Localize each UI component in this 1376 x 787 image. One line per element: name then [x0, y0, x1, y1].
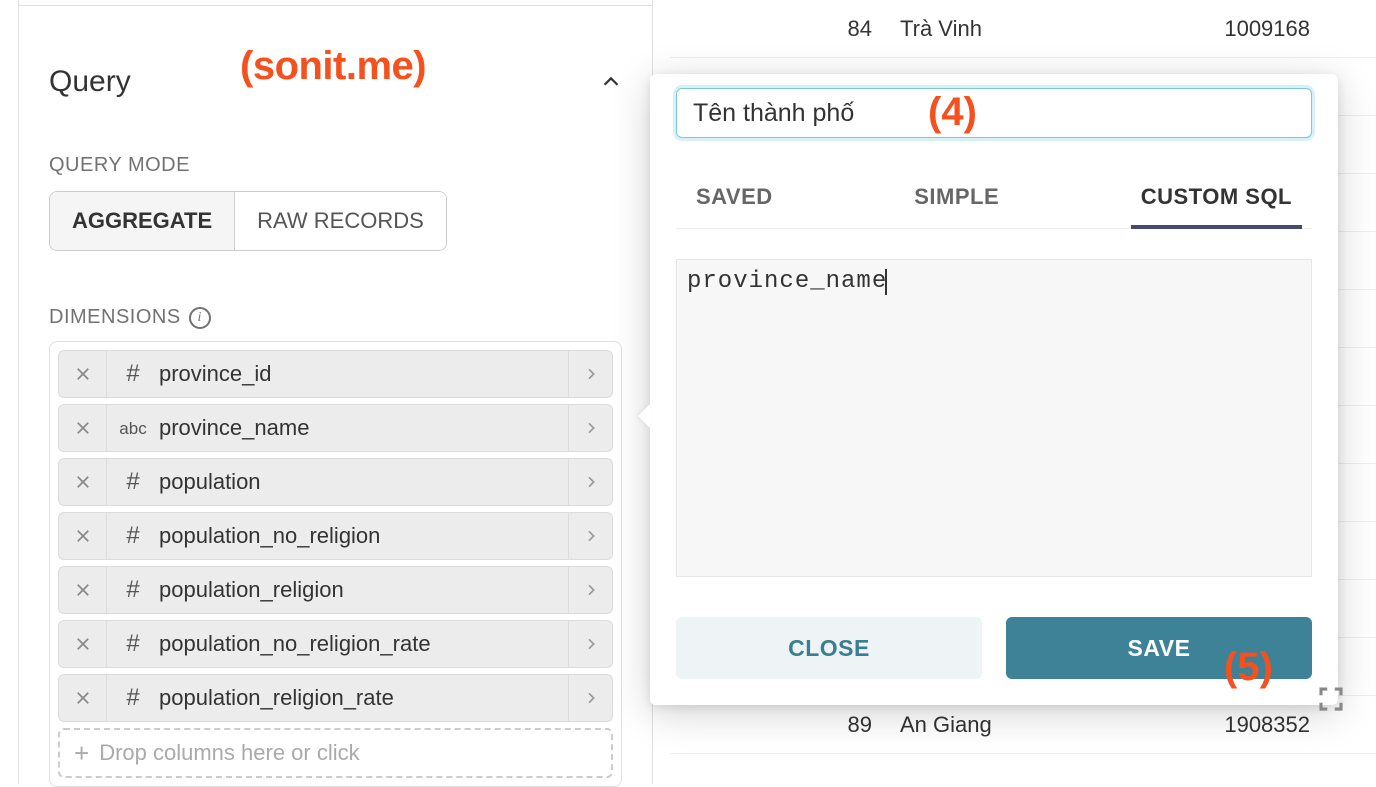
- query-title: Query: [49, 65, 131, 99]
- popover-buttons: CLOSE SAVE: [676, 617, 1312, 679]
- chevron-right-icon[interactable]: [568, 405, 612, 451]
- popover-tabs: SAVED SIMPLE CUSTOM SQL: [676, 174, 1312, 229]
- chevron-right-icon[interactable]: [568, 621, 612, 667]
- type-numeric-icon: [107, 630, 159, 658]
- dimension-label: province_name: [159, 415, 568, 441]
- query-panel: Query QUERY MODE AGGREGATE RAW RECORDS D…: [18, 0, 653, 784]
- dimension-row[interactable]: province_name: [58, 404, 613, 452]
- dimension-row[interactable]: population: [58, 458, 613, 506]
- text-cursor: [885, 269, 887, 295]
- dimension-row[interactable]: population_no_religion: [58, 512, 613, 560]
- info-icon[interactable]: i: [189, 307, 211, 329]
- top-divider: [19, 0, 652, 6]
- dimension-row[interactable]: province_id: [58, 350, 613, 398]
- remove-dimension-icon[interactable]: [59, 459, 107, 505]
- plus-icon: +: [74, 738, 89, 769]
- chevron-right-icon[interactable]: [568, 351, 612, 397]
- query-mode-toggle: AGGREGATE RAW RECORDS: [49, 191, 447, 251]
- table-row[interactable]: 84Trà Vinh1009168: [670, 0, 1376, 58]
- column-editor-popover: SAVED SIMPLE CUSTOM SQL province_name CL…: [650, 74, 1338, 705]
- type-numeric-icon: [107, 360, 159, 388]
- dimensions-drop-zone[interactable]: + Drop columns here or click: [58, 728, 613, 778]
- sql-editor[interactable]: province_name: [676, 259, 1312, 577]
- tab-simple[interactable]: SIMPLE: [910, 174, 1003, 228]
- remove-dimension-icon[interactable]: [59, 513, 107, 559]
- close-button[interactable]: CLOSE: [676, 617, 982, 679]
- remove-dimension-icon[interactable]: [59, 351, 107, 397]
- dimension-label: population_religion: [159, 577, 568, 603]
- dimension-row[interactable]: population_no_religion_rate: [58, 620, 613, 668]
- dimension-label: population: [159, 469, 568, 495]
- remove-dimension-icon[interactable]: [59, 567, 107, 613]
- mode-aggregate-button[interactable]: AGGREGATE: [50, 192, 235, 250]
- watermark-text: (sonit.me): [240, 44, 426, 89]
- tab-saved[interactable]: SAVED: [692, 174, 777, 228]
- dimensions-label: DIMENSIONS i: [49, 306, 622, 329]
- sql-content: province_name: [687, 268, 887, 295]
- type-numeric-icon: [107, 468, 159, 496]
- cell-id: 84: [670, 16, 900, 42]
- remove-dimension-icon[interactable]: [59, 405, 107, 451]
- query-mode-label: QUERY MODE: [49, 154, 622, 177]
- cell-id: 89: [670, 712, 900, 738]
- query-mode-label-text: QUERY MODE: [49, 154, 190, 177]
- dimension-row[interactable]: population_religion_rate: [58, 674, 613, 722]
- dimension-row[interactable]: population_religion: [58, 566, 613, 614]
- remove-dimension-icon[interactable]: [59, 621, 107, 667]
- cell-value: 1908352: [1140, 712, 1340, 738]
- chevron-right-icon[interactable]: [568, 459, 612, 505]
- dimension-label: population_no_religion: [159, 523, 568, 549]
- dimensions-label-text: DIMENSIONS: [49, 306, 181, 329]
- mode-raw-button[interactable]: RAW RECORDS: [235, 192, 446, 250]
- chevron-right-icon[interactable]: [568, 513, 612, 559]
- chevron-up-icon[interactable]: [600, 71, 622, 93]
- chevron-right-icon[interactable]: [568, 675, 612, 721]
- tab-custom-sql[interactable]: CUSTOM SQL: [1137, 174, 1296, 228]
- dimension-label: population_no_religion_rate: [159, 631, 568, 657]
- column-name-input[interactable]: [676, 88, 1312, 138]
- dimension-label: population_religion_rate: [159, 685, 568, 711]
- type-numeric-icon: [107, 522, 159, 550]
- dimensions-list: province_id province_name population popula…: [49, 341, 622, 787]
- cell-name: An Giang: [900, 712, 1140, 738]
- remove-dimension-icon[interactable]: [59, 675, 107, 721]
- cell-value: 1009168: [1140, 16, 1340, 42]
- save-button[interactable]: SAVE: [1006, 617, 1312, 679]
- dimension-label: province_id: [159, 361, 568, 387]
- chevron-right-icon[interactable]: [568, 567, 612, 613]
- type-numeric-icon: [107, 576, 159, 604]
- type-numeric-icon: [107, 684, 159, 712]
- fullscreen-icon[interactable]: [1316, 684, 1346, 714]
- cell-name: Trà Vinh: [900, 16, 1140, 42]
- type-text-icon: [107, 417, 159, 440]
- drop-hint: Drop columns here or click: [99, 740, 359, 766]
